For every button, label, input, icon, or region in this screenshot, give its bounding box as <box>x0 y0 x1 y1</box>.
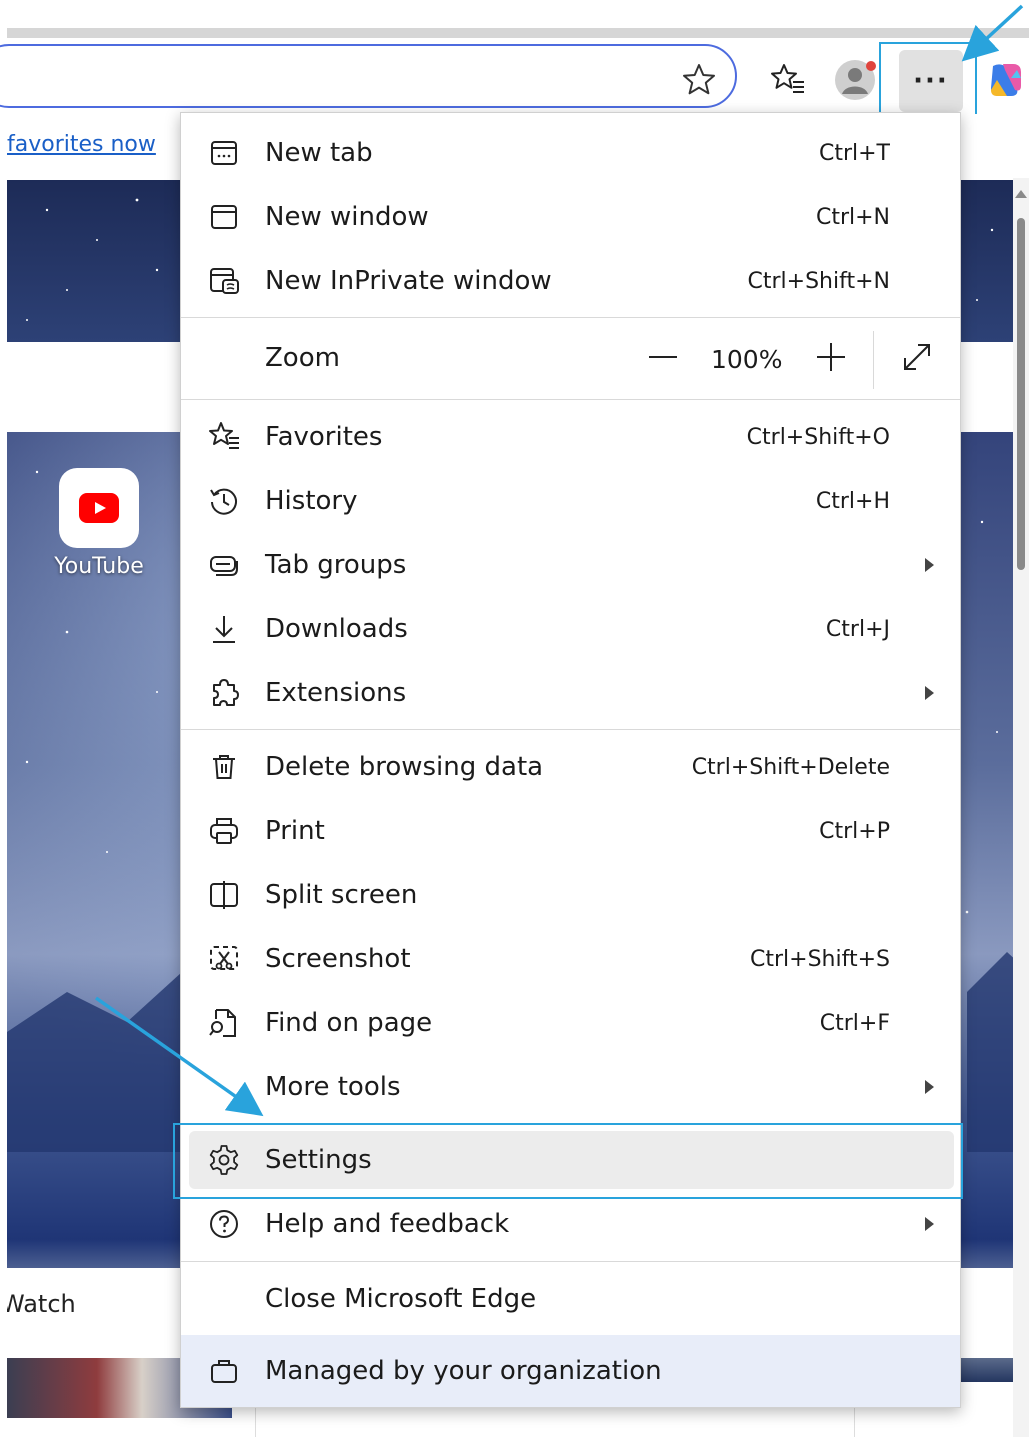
address-bar[interactable] <box>0 44 737 108</box>
menu-item-print[interactable]: Print Ctrl+P <box>181 799 960 863</box>
menu-item-label: New tab <box>265 138 373 168</box>
scroll-up-arrow-icon[interactable] <box>1015 190 1027 198</box>
managed-row-content: Managed by your organization <box>181 1339 960 1403</box>
plus-icon <box>817 343 845 371</box>
expand-diagonal-icon <box>904 344 930 370</box>
briefcase-icon <box>207 1354 241 1388</box>
menu-item-new-inprivate-window[interactable]: New InPrivate window Ctrl+Shift+N <box>181 249 960 313</box>
zoom-separator <box>873 331 874 389</box>
menu-item-shortcut: Ctrl+Shift+O <box>746 424 890 450</box>
find-icon <box>207 1006 241 1040</box>
scroll-thumb[interactable] <box>1017 218 1025 570</box>
add-favorite-star-icon[interactable] <box>681 62 717 98</box>
submenu-arrow-icon <box>925 558 934 572</box>
menu-item-shortcut: Ctrl+N <box>815 204 890 230</box>
menu-item-label: Split screen <box>265 880 418 910</box>
split-screen-icon <box>207 878 241 912</box>
menu-divider <box>181 399 960 400</box>
settings-and-more-menu: New tab Ctrl+T New window Ctrl+N New InP… <box>173 112 963 1408</box>
zoom-in-button[interactable] <box>811 337 851 377</box>
favorites-link[interactable]: favorites now <box>7 132 156 157</box>
menu-item-shortcut: Ctrl+Shift+N <box>747 268 890 294</box>
menu-item-label: Extensions <box>265 678 407 708</box>
browser-toolbar: ··· <box>0 38 1029 118</box>
menu-item-settings[interactable]: Settings <box>181 1128 960 1192</box>
menu-item-label: History <box>265 486 358 516</box>
submenu-arrow-icon <box>925 1080 934 1094</box>
menu-item-label: Print <box>265 816 325 846</box>
menu-divider <box>181 729 960 730</box>
menu-item-label: Screenshot <box>265 944 411 974</box>
submenu-arrow-icon <box>925 686 934 700</box>
menu-item-label: Find on page <box>265 1008 433 1038</box>
download-icon <box>207 612 241 646</box>
watch-section-label[interactable]: Watch <box>7 1290 76 1318</box>
menu-item-shortcut: Ctrl+Shift+S <box>750 946 890 972</box>
page-scrollbar[interactable] <box>1013 178 1029 1437</box>
menu-divider <box>181 1261 960 1262</box>
more-button-highlight: ··· <box>879 42 977 118</box>
menu-item-shortcut: Ctrl+T <box>818 140 890 166</box>
screenshot-icon <box>207 942 241 976</box>
settings-and-more-button[interactable]: ··· <box>899 50 963 112</box>
menu-item-new-window[interactable]: New window Ctrl+N <box>181 185 960 249</box>
menu-item-label: Downloads <box>265 614 408 644</box>
tab-groups-icon <box>207 548 241 582</box>
menu-item-find-on-page[interactable]: Find on page Ctrl+F <box>181 991 960 1055</box>
copilot-icon[interactable] <box>983 58 1027 102</box>
menu-item-label: Delete browsing data <box>265 752 544 782</box>
menu-item-label: Favorites <box>265 422 383 452</box>
menu-item-shortcut: Ctrl+Shift+Delete <box>691 754 890 780</box>
menu-item-favorites[interactable]: Favorites Ctrl+Shift+O <box>181 405 960 469</box>
menu-item-delete-browsing-data[interactable]: Delete browsing data Ctrl+Shift+Delete <box>181 735 960 799</box>
youtube-logo-icon <box>79 493 119 523</box>
menu-item-extensions[interactable]: Extensions <box>181 661 960 725</box>
fullscreen-button[interactable] <box>897 337 937 377</box>
menu-item-label: Tab groups <box>265 550 407 580</box>
extensions-icon <box>207 676 241 710</box>
zoom-out-button[interactable] <box>643 337 683 377</box>
submenu-arrow-icon <box>925 1217 934 1231</box>
menu-item-label: Help and feedback <box>265 1209 510 1239</box>
managed-by-organization-row[interactable]: Managed by your organization <box>181 1335 960 1407</box>
menu-item-shortcut: Ctrl+H <box>815 488 890 514</box>
menu-item-more-tools[interactable]: More tools <box>181 1055 960 1119</box>
gear-icon <box>207 1143 241 1177</box>
menu-item-shortcut: Ctrl+P <box>819 818 890 844</box>
help-icon <box>207 1207 241 1241</box>
menu-item-shortcut: Ctrl+F <box>819 1010 890 1036</box>
menu-item-history[interactable]: History Ctrl+H <box>181 469 960 533</box>
menu-item-shortcut: Ctrl+J <box>825 616 890 642</box>
menu-item-label: More tools <box>265 1072 401 1102</box>
menu-item-label: Close Microsoft Edge <box>265 1284 537 1314</box>
trash-icon <box>207 750 241 784</box>
zoom-level-value: 100% <box>711 345 783 374</box>
zoom-label: Zoom <box>265 343 340 373</box>
history-icon <box>207 484 241 518</box>
minus-icon <box>649 356 677 358</box>
menu-item-close-microsoft-edge[interactable]: Close Microsoft Edge <box>181 1267 960 1331</box>
menu-item-label: New InPrivate window <box>265 266 552 296</box>
menu-item-tab-groups[interactable]: Tab groups <box>181 533 960 597</box>
tab-strip <box>7 28 1029 38</box>
youtube-shortcut-tile[interactable] <box>59 468 139 548</box>
new-window-icon <box>207 200 241 234</box>
menu-item-label: New window <box>265 202 429 232</box>
inprivate-icon <box>207 264 241 298</box>
favorites-icon <box>207 420 241 454</box>
menu-item-split-screen[interactable]: Split screen <box>181 863 960 927</box>
menu-item-new-tab[interactable]: New tab Ctrl+T <box>181 121 960 185</box>
menu-item-label: Settings <box>265 1145 372 1175</box>
menu-item-downloads[interactable]: Downloads Ctrl+J <box>181 597 960 661</box>
menu-divider <box>181 317 960 318</box>
zoom-row: Zoom 100% <box>181 321 960 399</box>
new-tab-icon <box>207 136 241 170</box>
profile-avatar-icon[interactable] <box>833 58 877 102</box>
menu-item-label: Managed by your organization <box>265 1356 662 1386</box>
youtube-shortcut-label[interactable]: YouTube <box>37 554 161 579</box>
menu-item-help-and-feedback[interactable]: Help and feedback <box>181 1192 960 1256</box>
favorites-toolbar-icon[interactable] <box>767 60 807 100</box>
printer-icon <box>207 814 241 848</box>
menu-item-screenshot[interactable]: Screenshot Ctrl+Shift+S <box>181 927 960 991</box>
